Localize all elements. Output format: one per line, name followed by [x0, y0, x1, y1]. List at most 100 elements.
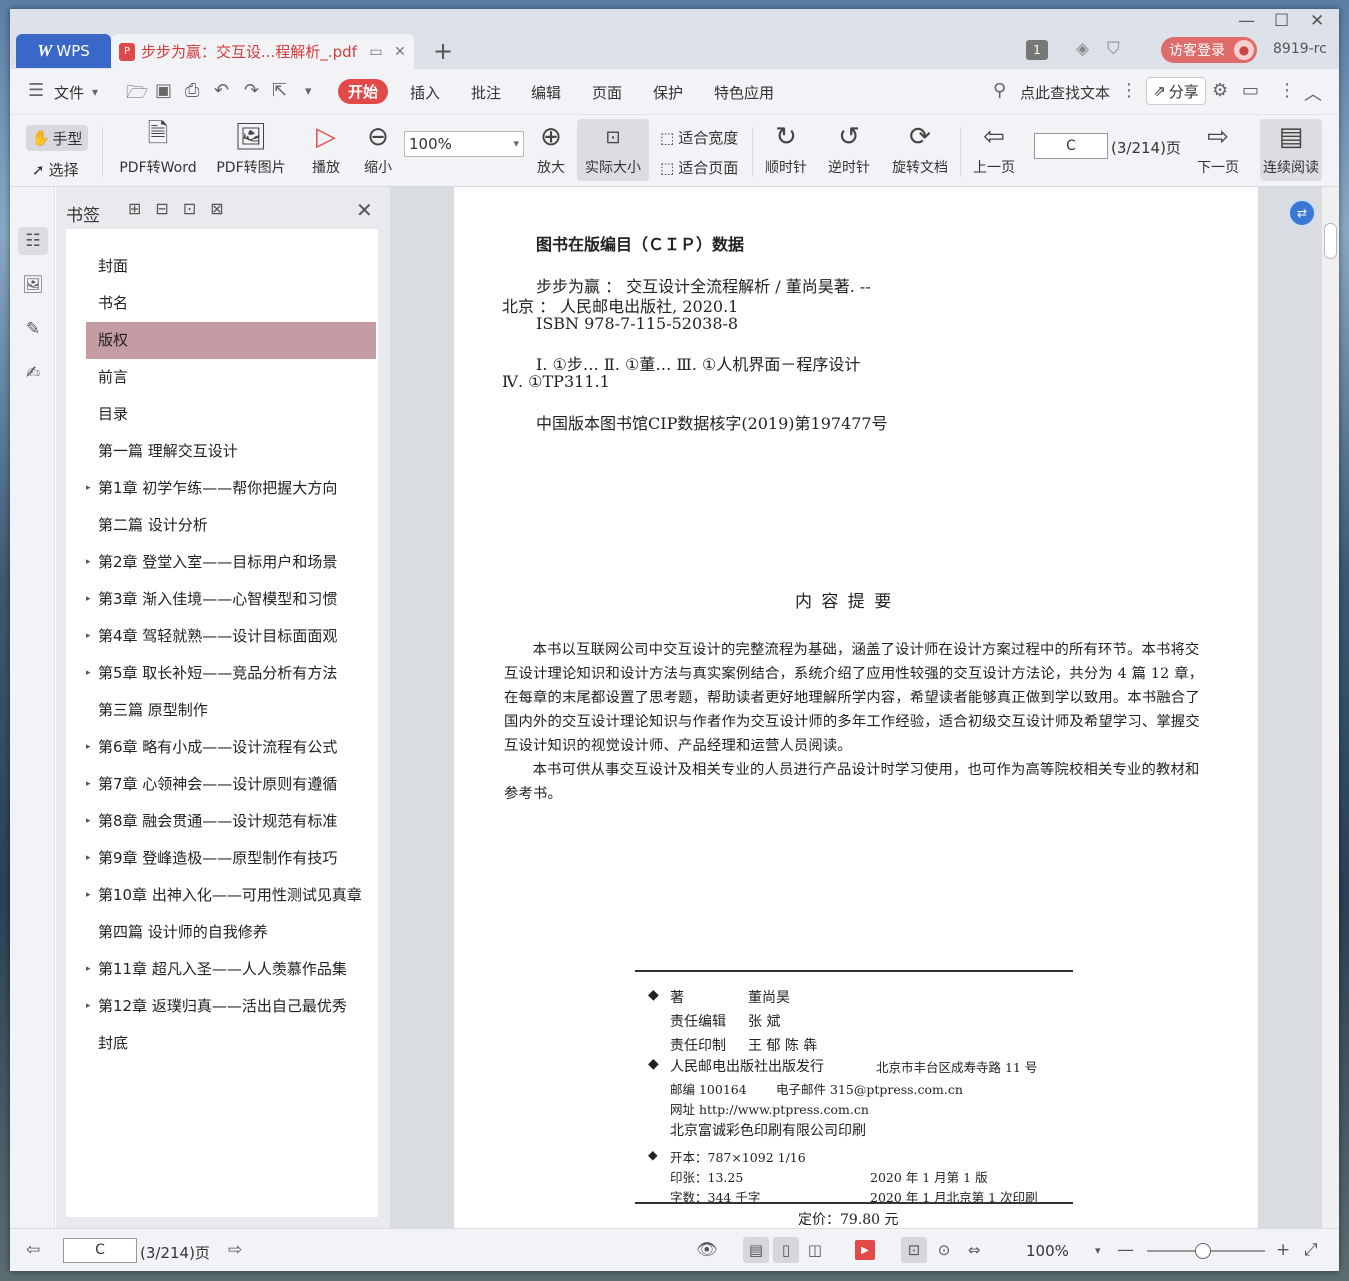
bookmark-item[interactable]: 前言 [86, 359, 376, 396]
bookmark-item[interactable]: ▸ 第9章 登峰造极——原型制作有技巧 [86, 840, 376, 877]
bookmark-settings-icon[interactable]: ⊠ [210, 199, 223, 218]
comment-icon[interactable]: ▭ [1242, 80, 1259, 101]
next-page-arrow-icon[interactable]: ⇨ [228, 1240, 242, 1260]
tab-edit[interactable]: 编辑 [531, 82, 561, 103]
actual-size-button[interactable]: ⊡ 实际大小 [577, 119, 649, 181]
add-bookmark-icon[interactable]: ⊞ [128, 199, 141, 218]
double-page-icon[interactable]: ◫ [802, 1237, 828, 1263]
expand-arrow-icon[interactable]: ▸ [86, 766, 91, 803]
menu-file[interactable]: 文件 [54, 82, 84, 103]
maximize-icon[interactable]: ☐ [1274, 11, 1289, 31]
bookmark-item[interactable]: 封底 [86, 1025, 376, 1062]
status-zoom-value[interactable]: 100% [1026, 1242, 1069, 1260]
continuous-reading-button[interactable]: ▤ 连续阅读 [1260, 119, 1322, 181]
zoom-dropdown-icon[interactable]: ▾ [1095, 1244, 1101, 1257]
pdf-to-word-button[interactable]: 🗎 PDF转Word [114, 119, 202, 177]
zoom-slider-knob[interactable] [1195, 1243, 1211, 1259]
play-button[interactable]: ▷ 播放 [308, 119, 344, 177]
bookmark-item[interactable]: 第三篇 原型制作 [86, 692, 376, 729]
more-chevron-icon[interactable]: ▾ [305, 84, 312, 99]
expand-arrow-icon[interactable]: ▸ [86, 470, 91, 507]
bookmark-item[interactable]: 第一篇 理解交互设计 [86, 433, 376, 470]
chevron-down-icon[interactable]: ▾ [92, 85, 98, 99]
prev-page-arrow-icon[interactable]: ⇦ [26, 1240, 40, 1260]
collapse-ribbon-icon[interactable]: ︿ [1304, 80, 1322, 106]
expand-all-icon[interactable]: ⊡ [183, 199, 196, 218]
hand-tool-button[interactable]: ✋ 手型 [26, 125, 88, 151]
tab-protect[interactable]: 保护 [653, 82, 683, 103]
hamburger-menu-icon[interactable]: ☰ [28, 80, 44, 101]
prev-page-button[interactable]: ⇦ 上一页 [970, 119, 1018, 177]
window-count-badge[interactable]: 1 [1026, 40, 1048, 60]
actual-size-icon[interactable]: ⊡ [901, 1237, 927, 1263]
open-folder-icon[interactable]: 🗁 [126, 80, 148, 110]
bookmark-item[interactable]: ▸ 第6章 略有小成——设计流程有公式 [86, 729, 376, 766]
fit-page-icon[interactable]: ⊙ [931, 1237, 957, 1263]
vertical-scrollbar[interactable] [1322, 187, 1339, 1228]
monitor-icon[interactable]: ▭ [367, 44, 385, 60]
save-icon[interactable]: ▣ [155, 80, 172, 101]
close-window-icon[interactable]: ✕ [1310, 11, 1324, 31]
close-panel-icon[interactable]: ✕ [356, 198, 373, 222]
document-tab[interactable]: P 步步为赢：交互设...程解析_.pdf ▭ ✕ [111, 34, 414, 69]
zoom-slider[interactable] [1147, 1243, 1265, 1259]
translate-float-icon[interactable]: ⇄ [1288, 199, 1316, 227]
continuous-view-icon[interactable]: ▤ [743, 1237, 769, 1263]
pdf-to-image-button[interactable]: 🖼 PDF转图片 [213, 119, 289, 177]
signature-icon[interactable]: ✍ [18, 359, 48, 387]
search-icon[interactable]: ⚲ [993, 80, 1006, 101]
tab-page[interactable]: 页面 [592, 82, 622, 103]
select-tool-button[interactable]: ➚ 选择 [32, 159, 79, 180]
undo-icon[interactable]: ↶ [214, 80, 229, 101]
share-button[interactable]: ⇗ 分享 [1146, 77, 1206, 105]
bookmark-item[interactable]: ▸ 第3章 渐入佳境——心智模型和习惯 [86, 581, 376, 618]
close-tab-icon[interactable]: ✕ [391, 44, 409, 60]
bookmark-item[interactable]: 第四篇 设计师的自我修养 [86, 914, 376, 951]
page-number-input[interactable]: C [1034, 133, 1108, 159]
search-text-button[interactable]: 点此查找文本 [1020, 82, 1110, 103]
zoom-plus-icon[interactable]: + [1276, 1240, 1290, 1260]
more-vertical-icon[interactable]: ⋮ [1120, 80, 1138, 101]
bookmark-item[interactable]: ▸ 第11章 超凡入圣——人人羡慕作品集 [86, 951, 376, 988]
tab-annotate[interactable]: 批注 [471, 82, 501, 103]
zoom-minus-icon[interactable]: — [1117, 1240, 1134, 1260]
bookmark-item[interactable]: 版权 [86, 322, 376, 359]
bookmark-item[interactable]: ▸ 第5章 取长补短——竞品分析有方法 [86, 655, 376, 692]
guest-login-button[interactable]: 访客登录 ● [1161, 37, 1257, 63]
expand-arrow-icon[interactable]: ▸ [86, 581, 91, 618]
expand-arrow-icon[interactable]: ▸ [86, 544, 91, 581]
bookmark-item[interactable]: ▸ 第1章 初学乍练——帮你把握大方向 [86, 470, 376, 507]
expand-arrow-icon[interactable]: ▸ [86, 655, 91, 692]
redo-icon[interactable]: ↷ [244, 80, 259, 101]
expand-arrow-icon[interactable]: ▸ [86, 988, 91, 1025]
bookmark-item[interactable]: ▸ 第8章 融会贯通——设计规范有标准 [86, 803, 376, 840]
more-options-icon[interactable]: ⋮ [1278, 80, 1296, 101]
fit-width-button[interactable]: ⬚ 适合宽度 [660, 127, 738, 148]
bookmark-item[interactable]: ▸ 第10章 出神入化——可用性测试见真章 [86, 877, 376, 914]
rotate-counter-button[interactable]: ↺ 逆时针 [825, 119, 873, 177]
scrollbar-thumb[interactable] [1324, 223, 1337, 259]
export-icon[interactable]: ⇱ [272, 80, 287, 101]
document-view[interactable]: 图书在版编目（ＣＩＰ）数据 步步为赢 ： 交互设计全流程解析 / 董尚昊著. -… [390, 187, 1339, 1228]
rotate-document-button[interactable]: ⟳ 旋转文档 [888, 119, 952, 177]
fit-page-button[interactable]: ⬚ 适合页面 [660, 157, 738, 178]
add-child-bookmark-icon[interactable]: ⊟ [155, 199, 168, 218]
skin-icon[interactable]: ◈ [1076, 39, 1089, 59]
settings-gear-icon[interactable]: ⚙ [1212, 80, 1228, 101]
play-slideshow-icon[interactable]: ▶ [855, 1240, 875, 1260]
annotation-icon[interactable]: ✎ [18, 315, 48, 343]
single-page-icon[interactable]: ▯ [773, 1237, 799, 1263]
fit-width-icon[interactable]: ⇔ [961, 1237, 987, 1263]
tab-start[interactable]: 开始 [338, 79, 388, 104]
tab-insert[interactable]: 插入 [410, 82, 440, 103]
expand-arrow-icon[interactable]: ▸ [86, 618, 91, 655]
status-page-input[interactable]: C [63, 1238, 137, 1263]
next-page-button[interactable]: ⇨ 下一页 [1194, 119, 1242, 177]
zoom-out-button[interactable]: ⊖ 缩小 [360, 119, 396, 177]
bookmark-item[interactable]: 第二篇 设计分析 [86, 507, 376, 544]
print-icon[interactable]: ⎙ [185, 80, 199, 101]
bookmark-item[interactable]: 封面 [86, 248, 376, 285]
minimize-icon[interactable]: — [1238, 11, 1255, 31]
expand-arrow-icon[interactable]: ▸ [86, 877, 91, 914]
expand-arrow-icon[interactable]: ▸ [86, 951, 91, 988]
